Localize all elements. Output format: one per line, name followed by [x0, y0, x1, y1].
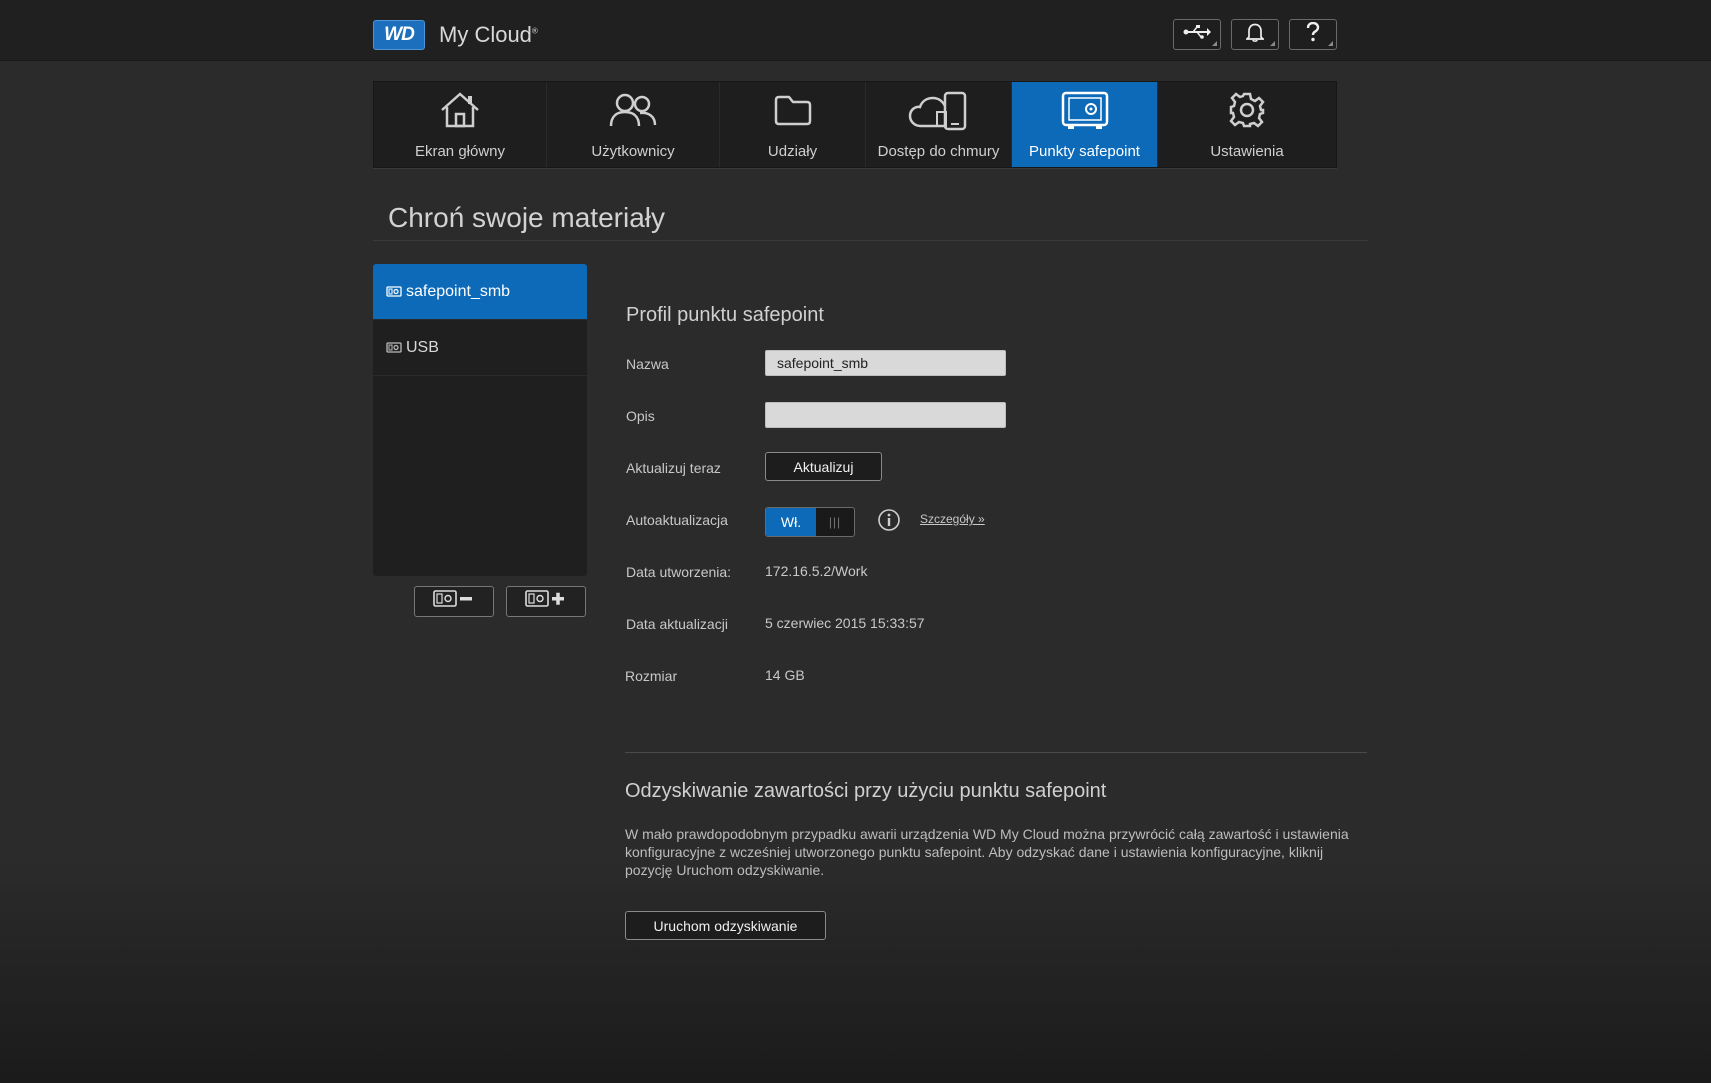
toggle-on-label: Wł.	[766, 508, 816, 536]
safe-plus-icon	[524, 589, 568, 614]
recovery-section-title: Odzyskiwanie zawartości przy użyciu punk…	[625, 780, 1107, 802]
list-item-label: safepoint_smb	[406, 282, 511, 300]
top-bar: WD My Cloud®	[0, 0, 1711, 61]
nav-label: Użytkownicy	[591, 143, 675, 160]
size-value: 14 GB	[765, 667, 805, 683]
logo[interactable]: WD My Cloud®	[373, 20, 538, 50]
divider	[625, 752, 1367, 753]
remove-safepoint-button[interactable]	[414, 586, 494, 617]
nav-item-shares[interactable]: Udziały	[720, 82, 866, 167]
nav-label: Ekran główny	[414, 143, 506, 160]
description-field[interactable]	[765, 402, 1006, 428]
help-icon	[1306, 21, 1320, 47]
profile-section-title: Profil punktu safepoint	[626, 304, 824, 326]
toggle-grip: |||	[828, 515, 842, 529]
details-link[interactable]: Szczegóły »	[920, 512, 985, 526]
main-navigation: Ekran główny Użytkownicy Udziały Dostęp …	[373, 81, 1337, 168]
auto-update-label: Autoaktualizacja	[626, 512, 728, 528]
page-title: Chroń swoje materiały	[388, 202, 665, 233]
nav-item-home[interactable]: Ekran główny	[374, 82, 547, 167]
safe-icon	[386, 341, 402, 354]
usb-icon	[1183, 25, 1211, 44]
list-item-label: USB	[406, 338, 439, 356]
notifications-button[interactable]	[1231, 19, 1279, 50]
updated-value: 5 czerwiec 2015 15:33:57	[765, 615, 925, 631]
wd-logo-badge: WD	[373, 20, 425, 50]
nav-item-cloud-access[interactable]: Dostęp do chmury	[866, 82, 1012, 167]
info-icon[interactable]	[877, 508, 901, 537]
safepoint-list: safepoint_smb USB	[373, 264, 587, 576]
list-item-usb[interactable]: USB	[373, 320, 587, 376]
nav-label: Ustawienia	[1210, 143, 1284, 160]
size-label: Rozmiar	[625, 668, 678, 684]
safe-minus-icon	[432, 589, 476, 614]
divider	[373, 240, 1368, 241]
description-label: Opis	[626, 408, 655, 424]
created-label: Data utworzenia:	[626, 564, 732, 580]
app-title: My Cloud	[439, 22, 532, 47]
bell-icon	[1244, 22, 1266, 47]
safe-icon	[386, 285, 402, 298]
update-now-label: Aktualizuj teraz	[626, 460, 721, 476]
name-field[interactable]	[765, 350, 1006, 376]
recovery-description: W mało prawdopodobnym przypadku awarii u…	[625, 826, 1349, 878]
trademark-mark: ®	[531, 26, 538, 36]
add-safepoint-button[interactable]	[506, 586, 586, 617]
list-item-safepoint-smb[interactable]: safepoint_smb	[373, 264, 587, 320]
usb-button[interactable]	[1173, 19, 1221, 50]
start-recovery-button[interactable]: Uruchom odzyskiwanie	[625, 911, 826, 940]
nav-label: Punkty safepoint	[1029, 143, 1140, 160]
update-button[interactable]: Aktualizuj	[765, 452, 882, 481]
nav-item-settings[interactable]: Ustawienia	[1158, 82, 1336, 167]
created-value: 172.16.5.2/Work	[765, 563, 868, 579]
updated-label: Data aktualizacji	[626, 616, 728, 632]
name-label: Nazwa	[626, 356, 669, 372]
nav-item-users[interactable]: Użytkownicy	[547, 82, 720, 167]
auto-update-toggle[interactable]: Wł. |||	[765, 507, 855, 537]
nav-item-safepoints[interactable]: Punkty safepoint	[1012, 82, 1158, 167]
nav-label: Udziały	[767, 143, 818, 160]
nav-label: Dostęp do chmury	[877, 143, 1000, 160]
help-button[interactable]	[1289, 19, 1337, 50]
